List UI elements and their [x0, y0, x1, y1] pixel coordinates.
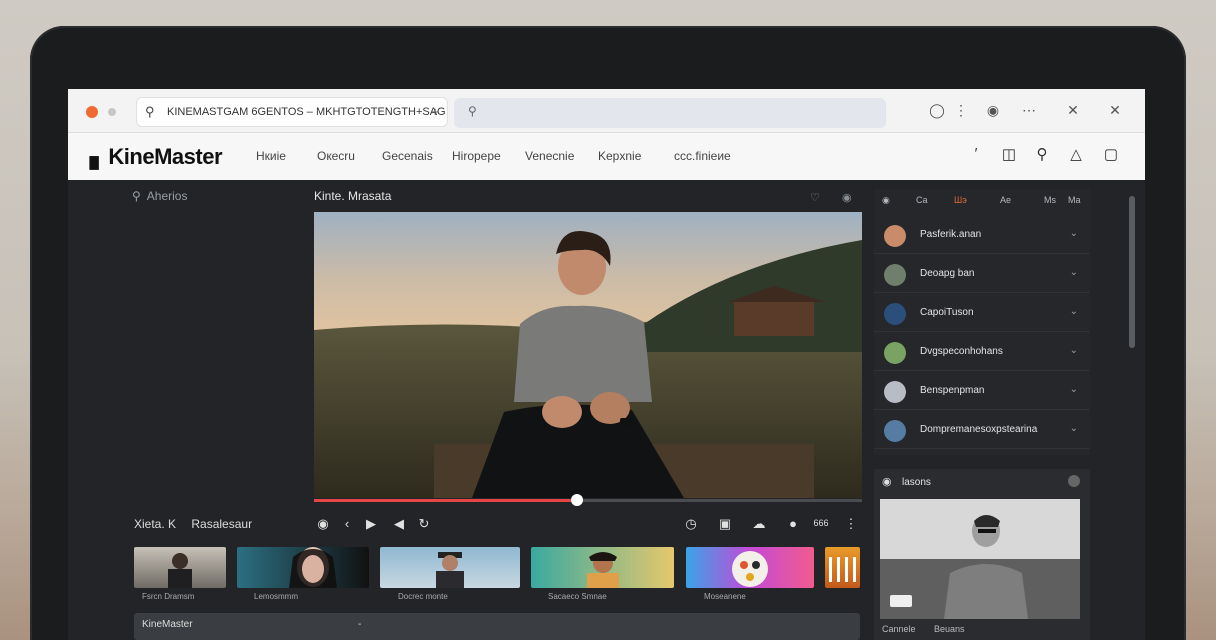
clip-image: [732, 551, 768, 587]
layer-label: Pasferik.anan: [920, 229, 982, 240]
clip-thumbnail-2[interactable]: [237, 547, 369, 588]
card-status-icon: [1068, 475, 1080, 487]
layer-avatar: [884, 381, 906, 403]
layer-avatar: [884, 303, 906, 325]
clip-label-2: Lemosmmm: [254, 592, 299, 601]
progress-fill: [314, 499, 578, 502]
layers-tab-5[interactable]: Ma: [1068, 195, 1081, 205]
chevron-down-icon[interactable]: ⌄: [1070, 384, 1078, 395]
rewind-icon[interactable]: ‹: [338, 516, 356, 531]
clip-thumbnail-6[interactable]: [825, 547, 860, 588]
progress-scrubber-handle[interactable]: [571, 494, 584, 506]
chevron-down-icon[interactable]: ⌄: [1070, 228, 1078, 239]
clip-label-5: Moseanene: [704, 592, 746, 601]
preview-title: Kinte. Mrasata: [314, 189, 392, 203]
timeline-more-icon[interactable]: ⋮: [842, 516, 860, 532]
layers-tab-2[interactable]: Шэ: [954, 195, 967, 205]
video-preview[interactable]: [314, 212, 862, 498]
timeline-label: Xieta. K: [134, 517, 177, 531]
clip-label-4: Sacaeco Smnae: [548, 592, 607, 601]
card-preview-image[interactable]: [880, 499, 1080, 619]
layer-label: Dvgspeconhohans: [920, 346, 1003, 357]
clip-thumbnail-5[interactable]: [686, 547, 814, 588]
chevron-down-icon[interactable]: ⌄: [1070, 423, 1078, 434]
layers-tab-icon[interactable]: ◉: [882, 195, 890, 206]
project-collapse-icon[interactable]: -: [358, 619, 361, 630]
layer-label: Dompremanesoxpstearina: [920, 424, 1038, 435]
screen-icon[interactable]: ▣: [716, 516, 734, 532]
clip-image: [587, 552, 619, 588]
layers-tab-3[interactable]: Ae: [1000, 195, 1011, 205]
layer-avatar: [884, 225, 906, 247]
play-icon[interactable]: ▶: [362, 516, 380, 532]
search-icon: ⚲: [132, 189, 141, 203]
chevron-down-icon[interactable]: ⌄: [1070, 306, 1078, 317]
layer-item[interactable]: Deoapg ban ⌄: [874, 257, 1090, 293]
back-icon[interactable]: ◀: [390, 516, 408, 532]
media-search-label: Aherios: [146, 189, 188, 203]
timer-icon[interactable]: ◷: [682, 516, 700, 532]
layer-avatar: [884, 264, 906, 286]
timeline-title: Xieta. K Rasalesaur: [134, 517, 252, 531]
loop-icon[interactable]: ↻: [415, 516, 433, 532]
clip-image: [168, 553, 192, 588]
card-caption-right: Beuans: [934, 624, 965, 634]
layers-tab-4[interactable]: Ms: [1044, 195, 1056, 205]
clip-image: [829, 557, 856, 582]
layer-item[interactable]: Benspenpman ⌄: [874, 374, 1090, 410]
card-radio-icon[interactable]: ◉: [882, 475, 892, 488]
stop-icon[interactable]: ◉: [314, 516, 332, 532]
cloud-icon[interactable]: ☁: [750, 516, 768, 532]
favorite-icon[interactable]: ♡: [810, 191, 820, 204]
project-label: KineMaster: [142, 619, 193, 630]
clip-thumbnail-1[interactable]: [134, 547, 226, 588]
media-search[interactable]: ⚲ Aherios: [132, 189, 187, 203]
card-image: [880, 499, 1080, 619]
video-frame-image: [314, 212, 862, 498]
chevron-down-icon[interactable]: ⌄: [1070, 345, 1078, 356]
clip-image: [289, 547, 337, 588]
clip-image: [436, 552, 464, 588]
card-caption-left: Cannele: [882, 624, 916, 634]
timeline-counter: 666: [813, 518, 829, 528]
clip-label-3: Docrec monte: [398, 592, 448, 601]
layers-scrollbar[interactable]: [1129, 196, 1135, 348]
playback-progress[interactable]: [314, 494, 862, 506]
card-title: lasons: [902, 477, 931, 488]
layer-avatar: [884, 420, 906, 442]
settings-icon[interactable]: ◉: [842, 191, 852, 204]
clip-thumbnail-3[interactable]: [380, 547, 520, 588]
clip-thumbnail-4[interactable]: [531, 547, 674, 588]
clip-label-1: Fsrcn Dramsm: [142, 592, 195, 601]
timeline-sublabel: Rasalesaur: [191, 517, 253, 531]
layer-item[interactable]: Dvgspeconhohans ⌄: [874, 335, 1090, 371]
layer-item[interactable]: Dompremanesoxpstearina ⌄: [874, 413, 1090, 449]
chevron-down-icon[interactable]: ⌄: [1070, 267, 1078, 278]
layer-label: CapoiTuson: [920, 307, 974, 318]
record-icon[interactable]: ●: [784, 516, 802, 531]
layer-avatar: [884, 342, 906, 364]
layer-item[interactable]: Pasferik.anan ⌄: [874, 218, 1090, 254]
project-bar[interactable]: KineMaster -: [134, 613, 860, 640]
layer-item[interactable]: CapoiTuson ⌄: [874, 296, 1090, 332]
layers-tab-1[interactable]: Ca: [916, 195, 928, 205]
layer-label: Deoapg ban: [920, 268, 975, 279]
layer-label: Benspenpman: [920, 385, 985, 396]
